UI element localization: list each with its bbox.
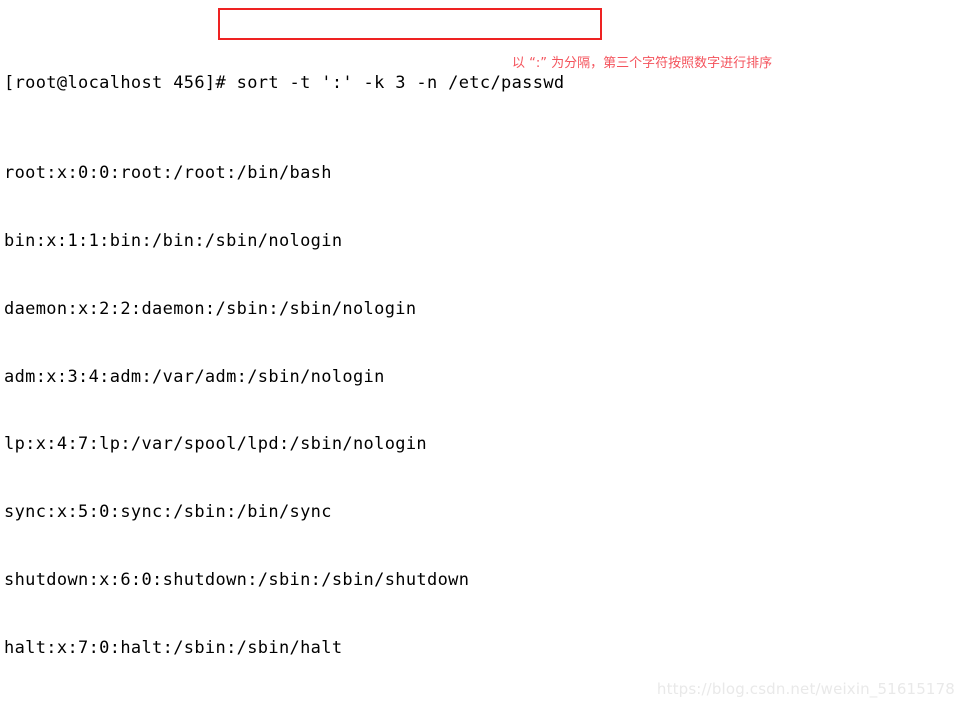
output-line: adm:x:3:4:adm:/var/adm:/sbin/nologin — [4, 366, 385, 387]
output-line: shutdown:x:6:0:shutdown:/sbin:/sbin/shut… — [4, 569, 470, 590]
annotation-note: 以 “:” 为分隔，第三个字符按照数字进行排序 — [512, 56, 773, 71]
command-highlight-box — [218, 8, 602, 40]
watermark-text: https://blog.csdn.net/weixin_51615178 — [656, 680, 955, 698]
output-line: halt:x:7:0:halt:/sbin:/sbin/halt — [4, 637, 343, 658]
output-line: root:x:0:0:root:/root:/bin/bash — [4, 163, 332, 184]
output-line: daemon:x:2:2:daemon:/sbin:/sbin/nologin — [4, 298, 417, 319]
prompt-command-line: [root@localhost 456]# sort -t ':' -k 3 -… — [4, 72, 565, 93]
output-line: bin:x:1:1:bin:/bin:/sbin/nologin — [4, 230, 343, 251]
terminal-window[interactable]: [root@localhost 456]# sort -t ':' -k 3 -… — [0, 0, 963, 707]
output-line: lp:x:4:7:lp:/var/spool/lpd:/sbin/nologin — [4, 434, 427, 455]
output-line: sync:x:5:0:sync:/sbin:/bin/sync — [4, 502, 332, 523]
